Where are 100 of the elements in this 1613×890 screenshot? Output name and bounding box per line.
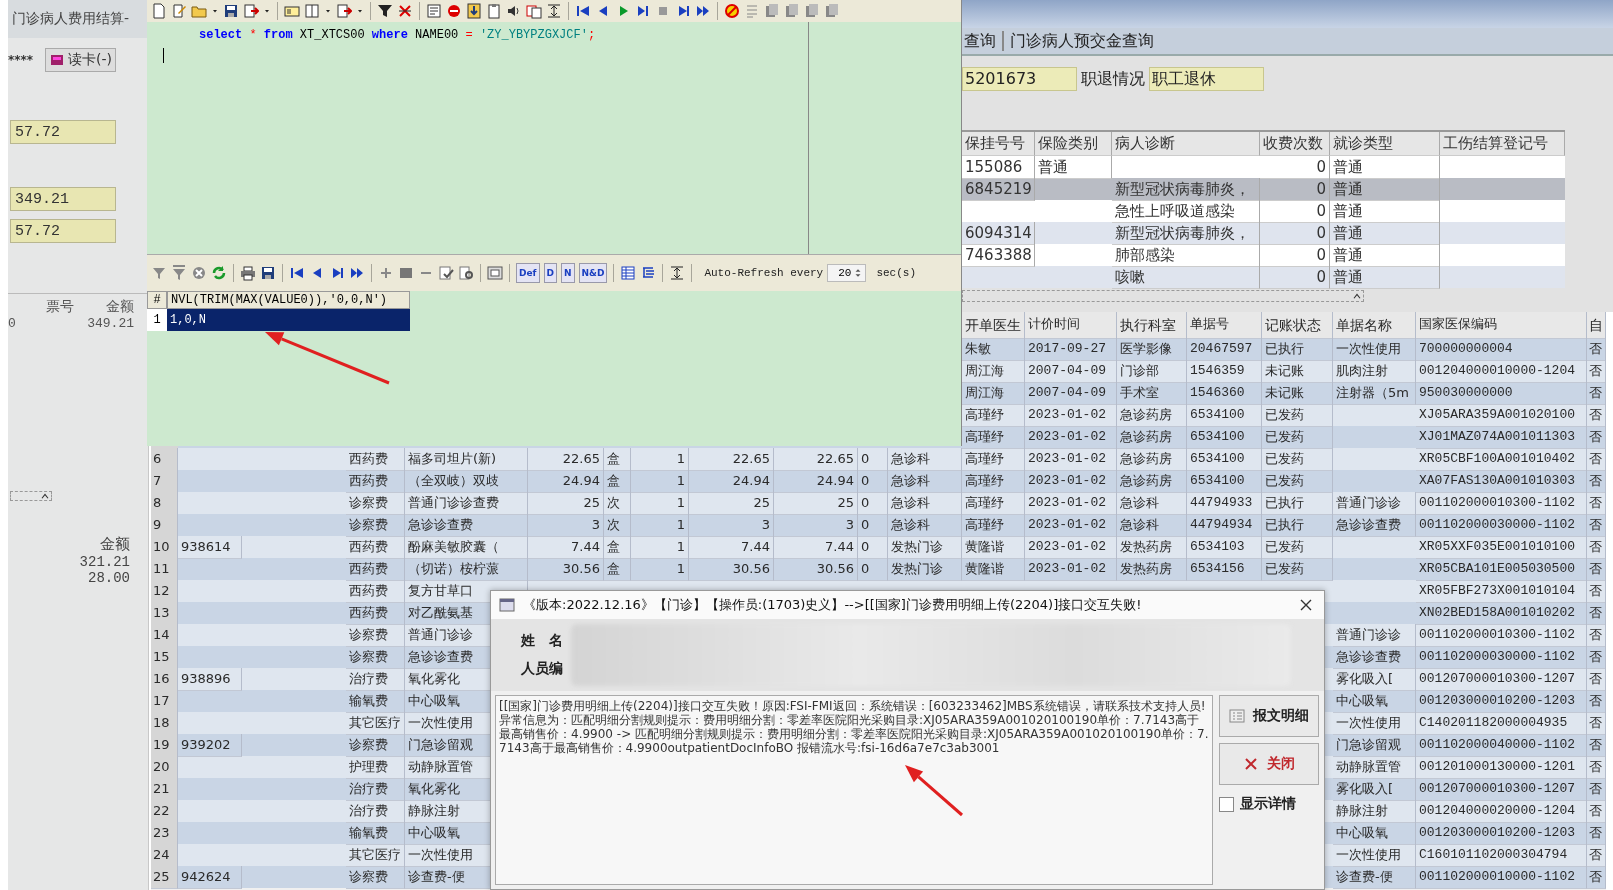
row-number: 18 bbox=[151, 712, 178, 735]
checklist-icon[interactable] bbox=[438, 265, 454, 281]
table-cell: 普通 bbox=[1330, 266, 1440, 289]
table-cell: 0 bbox=[1260, 266, 1330, 289]
read-card-button[interactable]: 读卡(-) bbox=[45, 48, 116, 72]
row-number: 20 bbox=[151, 756, 178, 779]
horizontal-scrollbar[interactable] bbox=[10, 491, 52, 501]
column-header[interactable]: 病人诊断 bbox=[1112, 132, 1260, 156]
table-cell[interactable]: 1,0,N bbox=[167, 309, 410, 331]
table-cell: 新型冠状病毒肺炎， bbox=[1112, 222, 1260, 245]
refresh-label: Auto-Refresh every bbox=[704, 267, 824, 279]
row-number: 12 bbox=[151, 580, 178, 603]
tree-view-icon[interactable] bbox=[640, 265, 657, 281]
last-record-icon[interactable] bbox=[349, 265, 365, 281]
pages-icon[interactable] bbox=[804, 3, 820, 19]
document-search-icon[interactable] bbox=[458, 265, 474, 281]
column-header[interactable]: 保挂号号 bbox=[962, 132, 1035, 156]
align-icon[interactable] bbox=[546, 3, 562, 19]
folder-icon[interactable] bbox=[191, 3, 207, 19]
printer-icon[interactable] bbox=[240, 265, 256, 281]
column-header[interactable]: 收费次数 bbox=[1260, 132, 1330, 156]
toolbar-button[interactable]: D bbox=[543, 263, 557, 283]
clear-filter-icon[interactable] bbox=[397, 3, 413, 19]
table-cell: 942624 bbox=[178, 866, 242, 889]
amount-field[interactable]: 349.21 bbox=[10, 187, 116, 211]
table-cell: 新型冠状病毒肺炎， bbox=[1112, 178, 1260, 201]
text-field-icon[interactable] bbox=[284, 3, 300, 19]
table-row[interactable]: 6845219 新型冠状病毒肺炎， 0 普通 bbox=[962, 178, 1565, 200]
row-number: 11 bbox=[151, 558, 178, 581]
form-icon[interactable] bbox=[426, 3, 442, 19]
details-button[interactable]: 报文明细 bbox=[1219, 695, 1319, 737]
save-icon[interactable] bbox=[260, 265, 276, 281]
column-header[interactable]: NVL(TRIM(MAX(VALUE0)),'0,0,N') bbox=[167, 291, 410, 309]
row-number: 7 bbox=[151, 470, 178, 493]
table-cell: 6845219 bbox=[962, 178, 1035, 201]
column-header: 金额 bbox=[105, 298, 134, 316]
stop-sign-icon[interactable] bbox=[446, 3, 462, 19]
add-icon[interactable] bbox=[378, 265, 394, 281]
window-icon bbox=[499, 597, 515, 613]
columns-icon[interactable] bbox=[304, 3, 320, 19]
card-reader-icon bbox=[49, 52, 65, 68]
pages-icon[interactable] bbox=[764, 3, 780, 19]
row-number: 13 bbox=[151, 602, 178, 625]
table-cell: 普通 bbox=[1330, 178, 1440, 201]
text-field[interactable]: 5201673 bbox=[962, 67, 1077, 91]
last-record-icon[interactable] bbox=[695, 3, 711, 19]
pages-icon[interactable] bbox=[824, 3, 840, 19]
unit-label: sec(s) bbox=[876, 267, 917, 279]
row-number: 10 bbox=[151, 536, 178, 559]
toolbar-button[interactable]: N bbox=[561, 263, 575, 283]
cancel-icon[interactable] bbox=[191, 265, 207, 281]
refresh-icon[interactable] bbox=[211, 265, 227, 281]
table-row[interactable]: 6094314 新型冠状病毒肺炎， 0 普通 bbox=[962, 222, 1565, 244]
amount-field[interactable]: 57.72 bbox=[10, 219, 116, 243]
grid-view-icon[interactable] bbox=[620, 265, 637, 281]
checkbox-label[interactable]: 显示详情 bbox=[1240, 795, 1296, 813]
masked-field[interactable]: **** bbox=[8, 53, 42, 67]
column-header: 金额 bbox=[100, 535, 130, 554]
download-icon[interactable] bbox=[466, 3, 482, 19]
row-number: 21 bbox=[151, 778, 178, 801]
row-number: 6 bbox=[151, 448, 178, 471]
row-number: 8 bbox=[151, 492, 178, 515]
close-icon bbox=[1243, 756, 1259, 772]
speaker-icon[interactable] bbox=[506, 3, 522, 19]
table-cell-text: 0 bbox=[8, 316, 17, 331]
table-cell: 6094314 bbox=[962, 222, 1035, 245]
column-header[interactable]: 保险类别 bbox=[1035, 132, 1112, 156]
no-entry-icon[interactable] bbox=[724, 3, 740, 19]
export-icon[interactable] bbox=[243, 3, 259, 19]
save-icon[interactable] bbox=[223, 3, 239, 19]
tab[interactable]: 门诊病人预交金查询 bbox=[1010, 30, 1154, 52]
column-header[interactable]: 工伤结算登记号 bbox=[1440, 132, 1565, 156]
text-field[interactable]: 职工退休 bbox=[1149, 67, 1264, 91]
horizontal-scrollbar[interactable] bbox=[962, 290, 1364, 302]
table-cell: 0 bbox=[1260, 222, 1330, 245]
new-file-icon[interactable] bbox=[151, 3, 167, 19]
column-header[interactable]: # bbox=[147, 291, 167, 309]
table-cell: 咳嗽 bbox=[1112, 266, 1260, 289]
tab[interactable]: 查询 bbox=[964, 30, 996, 52]
pages-icon[interactable] bbox=[784, 3, 800, 19]
square-icon[interactable] bbox=[398, 265, 414, 281]
refresh-interval-field[interactable]: 20 bbox=[827, 264, 867, 282]
edit-document-icon[interactable] bbox=[171, 3, 187, 19]
clipboard-icon[interactable] bbox=[486, 3, 502, 19]
play-to-end-icon[interactable] bbox=[635, 3, 651, 19]
table-row[interactable]: 咳嗽 0 普通 bbox=[962, 266, 1565, 288]
first-record-icon[interactable] bbox=[289, 265, 305, 281]
filter-icon[interactable] bbox=[377, 3, 393, 19]
toolbar-button[interactable]: Def bbox=[516, 263, 540, 283]
column-header[interactable]: 就诊类型 bbox=[1330, 132, 1440, 156]
toolbar-button[interactable]: N&D bbox=[578, 263, 608, 283]
align-icon[interactable] bbox=[669, 265, 686, 281]
copy-icon[interactable] bbox=[526, 3, 542, 19]
first-record-icon[interactable] bbox=[575, 3, 591, 19]
row-number: 16 bbox=[151, 668, 178, 691]
frame-icon[interactable] bbox=[487, 265, 503, 281]
checkbox[interactable] bbox=[1219, 796, 1234, 812]
export-icon[interactable] bbox=[336, 3, 352, 19]
close-button[interactable]: 关闭 bbox=[1219, 743, 1319, 785]
amount-field[interactable]: 57.72 bbox=[10, 120, 116, 144]
